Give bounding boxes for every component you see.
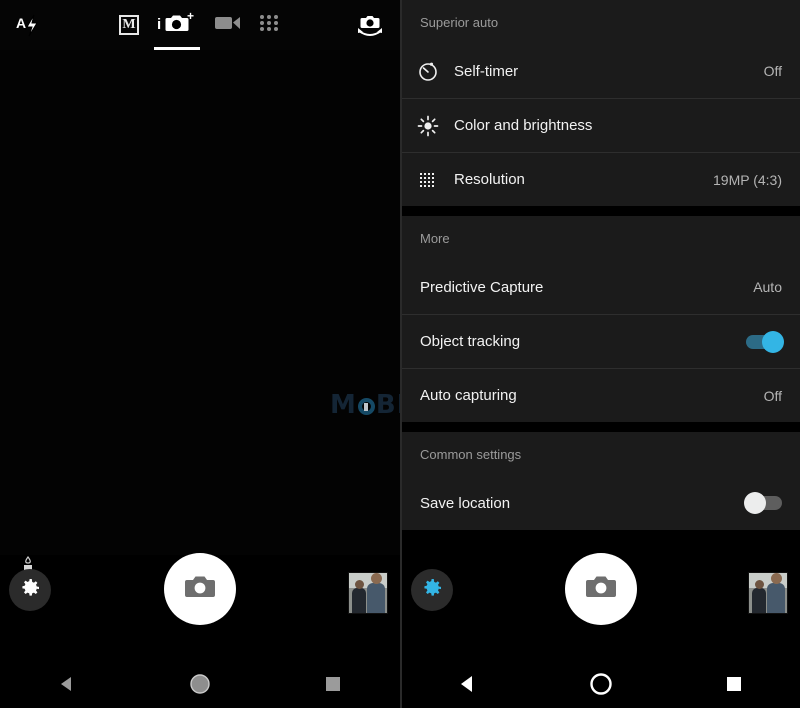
android-nav-bar	[0, 660, 400, 708]
recents-square-icon[interactable]	[310, 667, 356, 701]
shutter-button[interactable]	[565, 553, 637, 625]
camera-control-bar	[0, 550, 400, 660]
settings-section-more: More Predictive Capture Auto Object trac…	[402, 216, 800, 422]
settings-row-object-tracking[interactable]: Object tracking	[402, 314, 800, 368]
settings-row-label: Predictive Capture	[420, 278, 544, 296]
svg-text:i: i	[157, 16, 161, 33]
back-triangle-icon[interactable]	[44, 667, 90, 701]
last-photo-thumbnail[interactable]	[748, 572, 788, 614]
settings-row-value: Off	[763, 387, 782, 404]
settings-row-value: Auto	[753, 279, 782, 295]
section-title: Common settings	[420, 446, 522, 462]
camera-apps-grid-icon	[259, 14, 281, 37]
settings-row-label: Auto capturing	[420, 387, 517, 404]
self-timer-icon	[402, 60, 454, 82]
section-divider	[402, 206, 800, 216]
svg-text:+: +	[187, 10, 194, 23]
back-triangle-icon[interactable]	[445, 667, 491, 701]
manual-mode-icon: M	[119, 15, 139, 35]
section-title: More	[420, 230, 450, 246]
camera-viewfinder-panel: A M i + M B	[0, 0, 400, 708]
mode-manual[interactable]: M	[119, 8, 139, 42]
gear-icon-active	[420, 576, 444, 605]
settings-row-label: Object tracking	[420, 333, 521, 350]
mode-video[interactable]	[215, 8, 241, 42]
mode-camera-apps[interactable]	[259, 8, 281, 42]
video-camera-icon	[215, 14, 241, 37]
settings-row-value: 19MP (4:3)	[713, 171, 782, 188]
last-photo-thumbnail[interactable]	[348, 572, 388, 614]
android-nav-bar	[402, 660, 800, 708]
settings-row-value: Off	[763, 63, 782, 79]
settings-row-self-timer[interactable]: Self-timer Off	[402, 44, 800, 98]
settings-row-resolution[interactable]: Resolution 19MP (4:3)	[402, 152, 800, 206]
settings-row-predictive-capture[interactable]: Predictive Capture Auto	[402, 260, 800, 314]
svg-text:A: A	[16, 15, 26, 31]
camera-shutter-icon	[584, 573, 618, 606]
settings-row-label: Color and brightness	[454, 117, 593, 134]
settings-button-active[interactable]	[411, 569, 453, 611]
settings-row-save-location[interactable]: Save location	[402, 476, 800, 530]
settings-row-label: Save location	[420, 494, 511, 512]
settings-button[interactable]	[9, 569, 51, 611]
camera-shutter-icon	[183, 573, 217, 606]
home-circle-icon[interactable]	[177, 667, 223, 701]
settings-row-label: Resolution	[454, 171, 525, 188]
superior-auto-camera-icon: i +	[157, 9, 197, 41]
object-tracking-toggle[interactable]	[746, 330, 784, 353]
home-circle-icon[interactable]	[578, 667, 624, 701]
settings-overlay: Superior auto Self-timer Off Color and b…	[402, 0, 800, 555]
recents-square-icon[interactable]	[711, 667, 757, 701]
auto-flash-icon[interactable]: A	[14, 10, 44, 40]
save-location-toggle[interactable]	[744, 492, 782, 514]
camera-settings-panel: Superior auto Self-timer Off Color and b…	[400, 0, 800, 708]
settings-row-color-and-brightness[interactable]: Color and brightness	[402, 98, 800, 152]
site-watermark: MBIG	[330, 390, 400, 420]
settings-section-common: Common settings Save location	[402, 432, 800, 530]
screenshot-root: A M i + M B Superior auto Self-timer Off…	[0, 0, 800, 708]
switch-camera-icon[interactable]	[354, 10, 386, 40]
settings-section-superior-auto: Superior auto Self-timer Off Color and b…	[402, 0, 800, 206]
brightness-icon	[402, 115, 454, 137]
camera-control-bar	[402, 550, 800, 660]
camera-top-bar: A M i +	[0, 0, 400, 50]
shutter-button[interactable]	[164, 553, 236, 625]
resolution-grid-icon	[402, 169, 454, 191]
settings-row-label: Self-timer	[454, 62, 519, 80]
camera-mode-strip: M i +	[119, 8, 281, 50]
section-divider	[402, 422, 800, 432]
mode-superior-auto[interactable]: i +	[154, 8, 200, 50]
viewfinder-preview[interactable]: MBIG	[0, 50, 400, 555]
section-title: Superior auto	[420, 14, 499, 30]
gear-icon	[18, 576, 42, 605]
settings-row-auto-capturing[interactable]: Auto capturing Off	[402, 368, 800, 422]
